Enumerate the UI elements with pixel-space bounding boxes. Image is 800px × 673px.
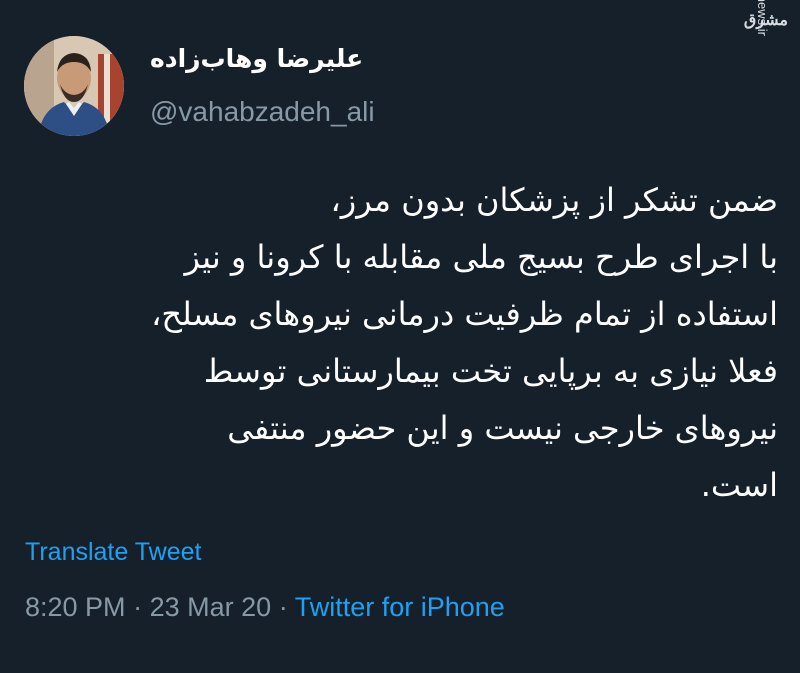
tweet-date: 23 Mar 20 bbox=[149, 592, 272, 622]
tweet-text-line: نیروهای خارجی نیست و این حضور منتفی bbox=[227, 409, 778, 447]
tweet-text-line: فعلا نیازی به برپایی تخت بیمارستانی توسط bbox=[203, 352, 778, 390]
tweet-text-line: است. bbox=[700, 466, 778, 504]
tweet-time: 8:20 PM bbox=[25, 592, 126, 622]
meta-separator: · bbox=[278, 592, 288, 622]
tweet-card: علیرضا وهاب‌زاده @vahabzadeh_ali مشرق ma… bbox=[0, 0, 800, 673]
avatar-photo bbox=[24, 36, 124, 136]
meta-separator: · bbox=[133, 592, 143, 622]
tweet-text-line: استفاده از تمام ظرفیت درمانی نیروهای مسل… bbox=[151, 295, 778, 333]
translate-tweet-link[interactable]: Translate Tweet bbox=[25, 538, 201, 567]
tweet-text: ضمن تشکر از پزشکان بدون مرز، با اجرای طر… bbox=[18, 172, 778, 514]
watermark-site: mashreghnews.ir bbox=[755, 0, 770, 36]
watermark: مشرق mashreghnews.ir bbox=[744, 0, 792, 130]
tweet-text-line: با اجرای طرح بسیج ملی مقابله با کرونا و … bbox=[184, 238, 778, 276]
avatar[interactable] bbox=[24, 36, 124, 136]
tweet-source-link[interactable]: Twitter for iPhone bbox=[295, 592, 505, 622]
tweet-meta: 8:20 PM · 23 Mar 20 · Twitter for iPhone bbox=[25, 592, 505, 623]
user-handle[interactable]: @vahabzadeh_ali bbox=[150, 96, 375, 128]
tweet-text-line: ضمن تشکر از پزشکان بدون مرز، bbox=[330, 181, 778, 219]
display-name[interactable]: علیرضا وهاب‌زاده bbox=[150, 44, 363, 73]
